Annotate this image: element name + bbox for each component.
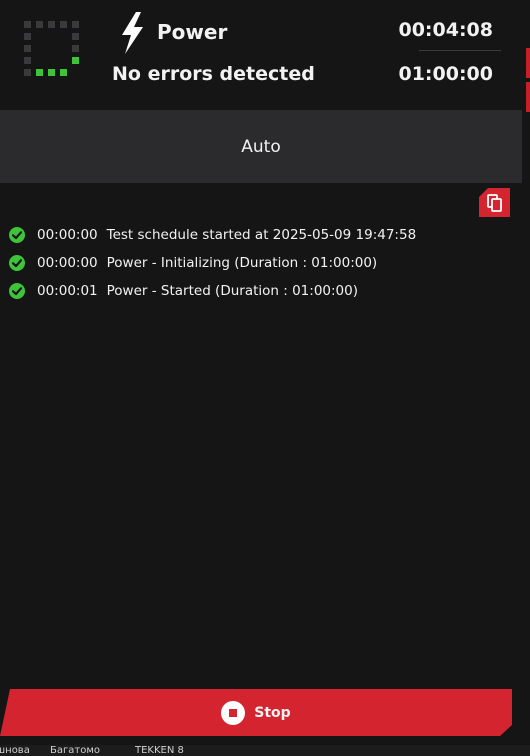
stop-button[interactable]: Stop [0,689,512,736]
copy-log-button[interactable] [479,188,510,217]
event-log: 00:00:00 Test schedule started at 2025-0… [8,221,508,305]
taskbar-item[interactable]: TEKKEN 8 [135,746,184,756]
mode-selector-label: Auto [241,136,281,157]
log-entry-message: Test schedule started at 2025-05-09 19:4… [106,227,417,243]
taskbar-item[interactable]: Багатомо [50,746,100,756]
test-mode-name: Power [157,20,228,44]
stop-circle-icon [221,700,246,725]
taskbar: шнова Багатомо TEKKEN 8 [0,745,530,756]
edge-marker [526,82,530,112]
elapsed-time: 00:04:08 [398,19,493,41]
check-circle-icon [9,283,25,299]
lightning-bolt-icon [122,12,143,54]
mode-selector[interactable]: Auto [0,110,522,183]
log-entry-time: 00:00:00 [37,255,98,271]
log-entry: 00:00:01 Power - Started (Duration : 01:… [8,277,508,305]
progress-spinner-icon [24,21,82,79]
log-entry-message: Power - Started (Duration : 01:00:00) [106,283,358,299]
status-header: Power No errors detected 00:04:08 01:00:… [0,0,522,110]
error-status-text: No errors detected [112,63,315,85]
stop-button-label: Stop [254,704,291,721]
edge-marker [526,48,530,78]
log-entry-time: 00:00:01 [37,283,98,299]
log-entry-message: Power - Initializing (Duration : 01:00:0… [106,255,378,271]
log-entry: 00:00:00 Test schedule started at 2025-0… [8,221,508,249]
total-duration: 01:00:00 [398,63,493,85]
taskbar-item[interactable]: шнова [0,746,30,756]
timer-divider [419,50,501,51]
copy-icon [487,193,502,212]
check-circle-icon [9,227,25,243]
log-entry-time: 00:00:00 [37,227,98,243]
check-circle-icon [9,255,25,271]
log-entry: 00:00:00 Power - Initializing (Duration … [8,249,508,277]
